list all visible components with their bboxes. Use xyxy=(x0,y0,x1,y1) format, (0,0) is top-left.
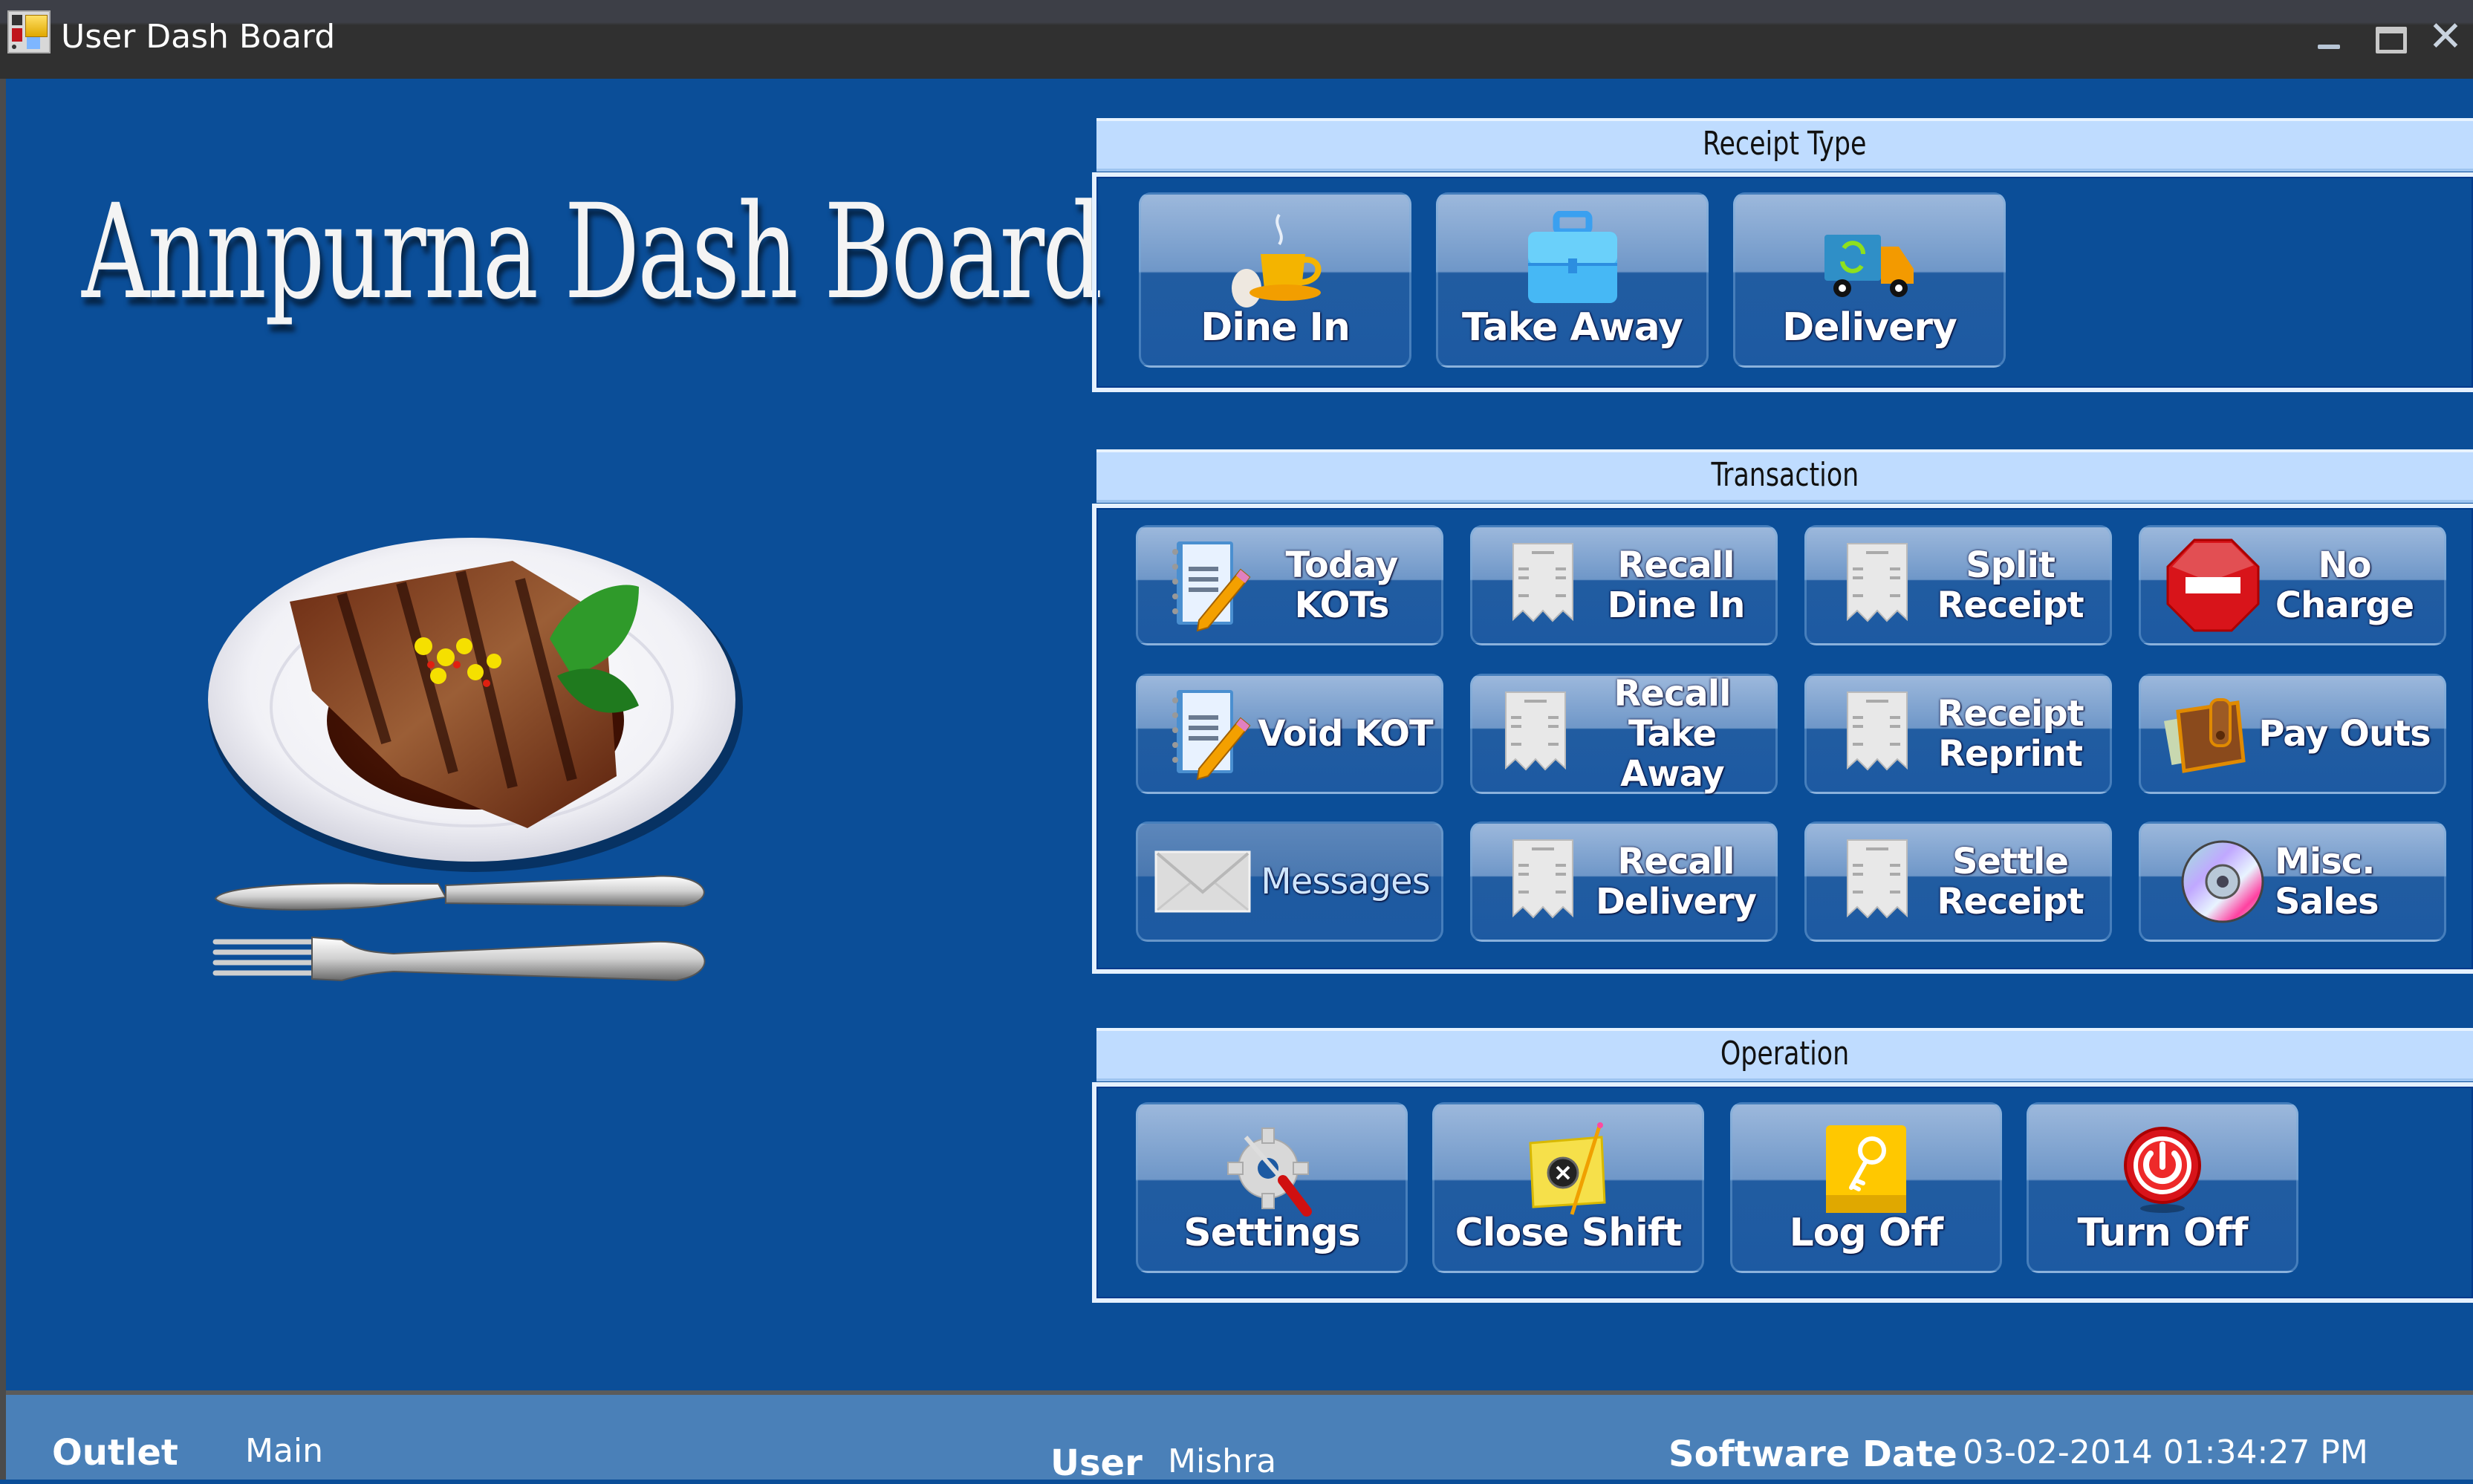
log-off-button[interactable]: Log Off xyxy=(1730,1102,2002,1273)
notebook-pencil-icon xyxy=(1172,690,1251,781)
briefcase-icon xyxy=(1527,211,1617,303)
delivery-truck-icon xyxy=(1824,235,1914,297)
split-receipt-button[interactable]: Split Receipt xyxy=(1804,525,2112,645)
turn-off-button[interactable]: Turn Off xyxy=(2027,1102,2298,1273)
pay-outs-button[interactable]: Pay Outs xyxy=(2139,674,2446,794)
key-icon xyxy=(1826,1125,1906,1213)
brand-title: Annpurna Dash Board xyxy=(82,176,1102,328)
no-charge-button[interactable]: No Charge xyxy=(2139,525,2446,645)
outlet-value: Main xyxy=(245,1432,324,1470)
close-shift-button[interactable]: Close Shift xyxy=(1432,1102,1704,1273)
dine-in-button[interactable]: Dine In xyxy=(1139,192,1411,368)
take-away-button[interactable]: Take Away xyxy=(1436,192,1709,368)
software-date-value: 03-02-2014 01:34:27 PM xyxy=(1963,1433,2368,1471)
receipt-icon xyxy=(1512,839,1573,919)
close-button[interactable]: ✕ xyxy=(2423,16,2468,61)
transaction-header: Transaction xyxy=(1096,449,2473,503)
operation-header: Operation xyxy=(1096,1028,2473,1081)
receipt-icon xyxy=(1847,839,1908,919)
coffee-cup-icon xyxy=(1231,213,1321,307)
window-title: User Dash Board xyxy=(61,18,336,56)
envelope-icon xyxy=(1154,850,1251,913)
maximize-button[interactable] xyxy=(2370,16,2414,61)
app-icon xyxy=(7,10,51,53)
settings-button[interactable]: Settings xyxy=(1136,1102,1408,1273)
close-shift-note-icon xyxy=(1529,1122,1606,1215)
messages-button[interactable]: Messages xyxy=(1136,821,1443,942)
receipt-icon xyxy=(1512,543,1573,622)
receipt-icon xyxy=(1847,543,1908,622)
today-kots-button[interactable]: Today KOTs xyxy=(1136,525,1443,645)
recall-delivery-button[interactable]: Recall Delivery xyxy=(1470,821,1778,942)
receipt-icon xyxy=(1505,691,1566,771)
window-left-border xyxy=(0,79,6,1480)
wallet-icon xyxy=(2164,698,2246,773)
software-date-label: Software Date xyxy=(1668,1433,1957,1475)
misc-sales-button[interactable]: Misc. Sales xyxy=(2139,821,2446,942)
fork-handle xyxy=(311,936,706,982)
power-icon xyxy=(2124,1127,2201,1213)
minimize-button[interactable] xyxy=(2309,16,2353,61)
steak-plate-illustration xyxy=(208,538,743,982)
window-titlebar: User Dash Board ✕ xyxy=(0,0,2473,79)
outlet-label: Outlet xyxy=(52,1432,178,1474)
receipt-reprint-button[interactable]: Receipt Reprint xyxy=(1804,674,2112,794)
user-value: Mishra xyxy=(1168,1442,1277,1480)
gear-screwdriver-icon xyxy=(1227,1127,1312,1217)
settle-receipt-button[interactable]: Settle Receipt xyxy=(1804,821,2112,942)
knife-blade xyxy=(214,882,447,911)
fork-tines xyxy=(212,939,315,976)
recall-dine-in-button[interactable]: Recall Dine In xyxy=(1470,525,1778,645)
status-bar: Outlet Main User Mishra Software Date 03… xyxy=(6,1390,2473,1484)
receipt-icon xyxy=(1847,691,1908,771)
void-kot-button[interactable]: Void KOT xyxy=(1136,674,1443,794)
user-label: User xyxy=(1050,1442,1143,1484)
notebook-pencil-icon xyxy=(1172,541,1251,632)
delivery-button[interactable]: Delivery xyxy=(1733,192,2006,368)
knife-handle xyxy=(445,875,705,908)
stop-sign-icon xyxy=(2166,538,2260,632)
cd-disc-icon xyxy=(2181,840,2264,923)
receipt-type-header: Receipt Type xyxy=(1096,118,2473,172)
recall-take-away-button[interactable]: Recall Take Away xyxy=(1470,674,1778,794)
